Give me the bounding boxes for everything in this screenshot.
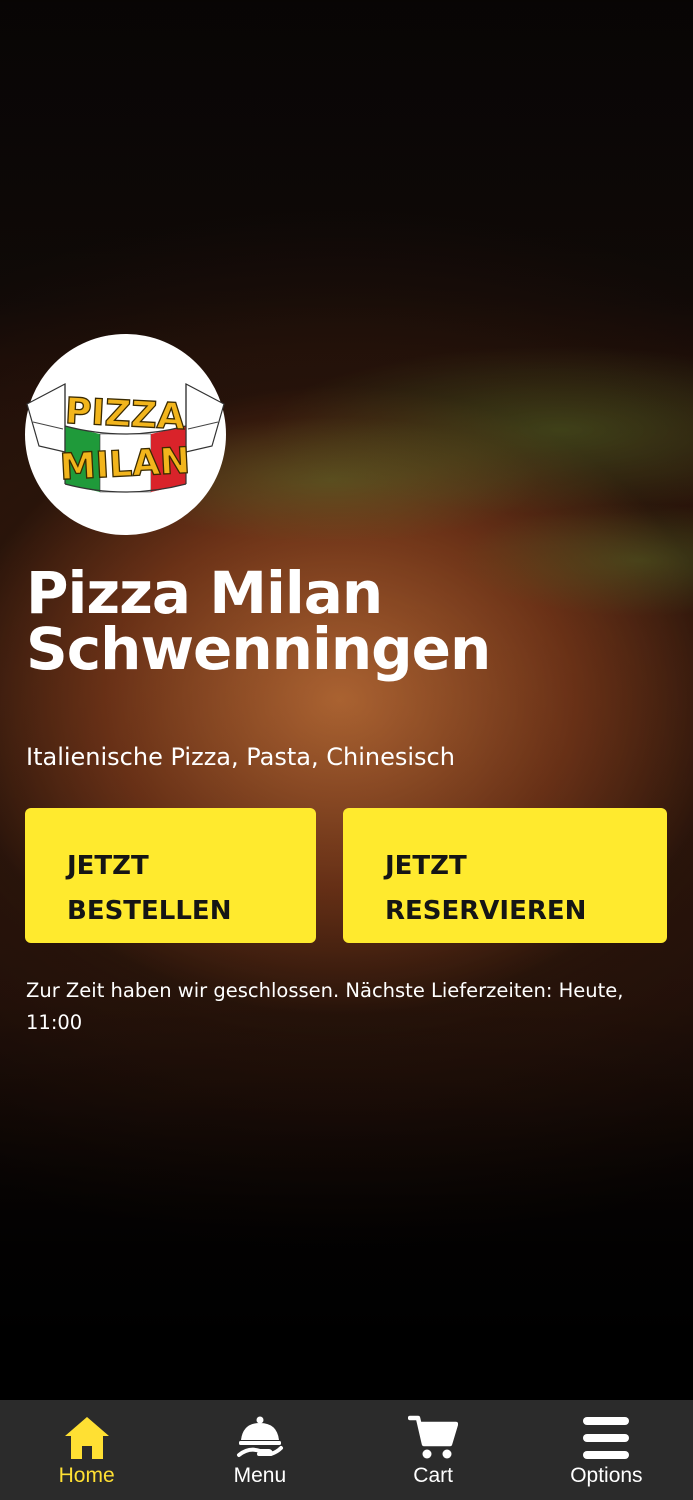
logo-text-pizza: PIZZA	[64, 391, 186, 438]
restaurant-name: Pizza Milan Schwenningen	[26, 559, 666, 683]
opening-status-text: Zur Zeit haben wir geschlossen. Nächste …	[26, 979, 624, 1034]
tab-home-label: Home	[58, 1464, 115, 1487]
reserve-now-button[interactable]: JETZT RESERVIEREN	[343, 808, 667, 943]
logo-text-milan: MILAN	[59, 441, 191, 489]
reserve-now-label-line-1: JETZT	[385, 851, 467, 881]
restaurant-name-line-2: Schwenningen	[26, 615, 491, 683]
hero-background	[0, 0, 693, 1400]
tab-menu[interactable]: Menu	[173, 1400, 346, 1500]
restaurant-logo: PIZZA MILAN	[25, 334, 226, 535]
bottom-tab-bar: Home Menu Cart Options	[0, 1400, 693, 1500]
tab-options[interactable]: Options	[520, 1400, 693, 1500]
order-now-button[interactable]: JETZT BESTELLEN	[25, 808, 316, 943]
tab-options-label: Options	[570, 1464, 643, 1487]
pizza-milan-logo-icon: PIZZA MILAN	[26, 383, 225, 493]
cart-icon	[407, 1413, 459, 1463]
order-now-label-line-2: BESTELLEN	[67, 896, 232, 926]
tab-menu-label: Menu	[233, 1464, 287, 1487]
reserve-now-label-line-2: RESERVIEREN	[385, 896, 587, 926]
tab-home[interactable]: Home	[0, 1400, 173, 1500]
cloche-icon	[234, 1413, 286, 1463]
order-now-label-line-1: JETZT	[67, 851, 149, 881]
tab-cart-label: Cart	[413, 1464, 453, 1487]
hamburger-icon	[580, 1413, 632, 1463]
tab-cart[interactable]: Cart	[347, 1400, 520, 1500]
restaurant-name-line-1: Pizza Milan	[26, 559, 383, 627]
home-icon	[61, 1413, 113, 1463]
cuisine-tags: Italienische Pizza, Pasta, Chinesisch	[26, 743, 455, 771]
